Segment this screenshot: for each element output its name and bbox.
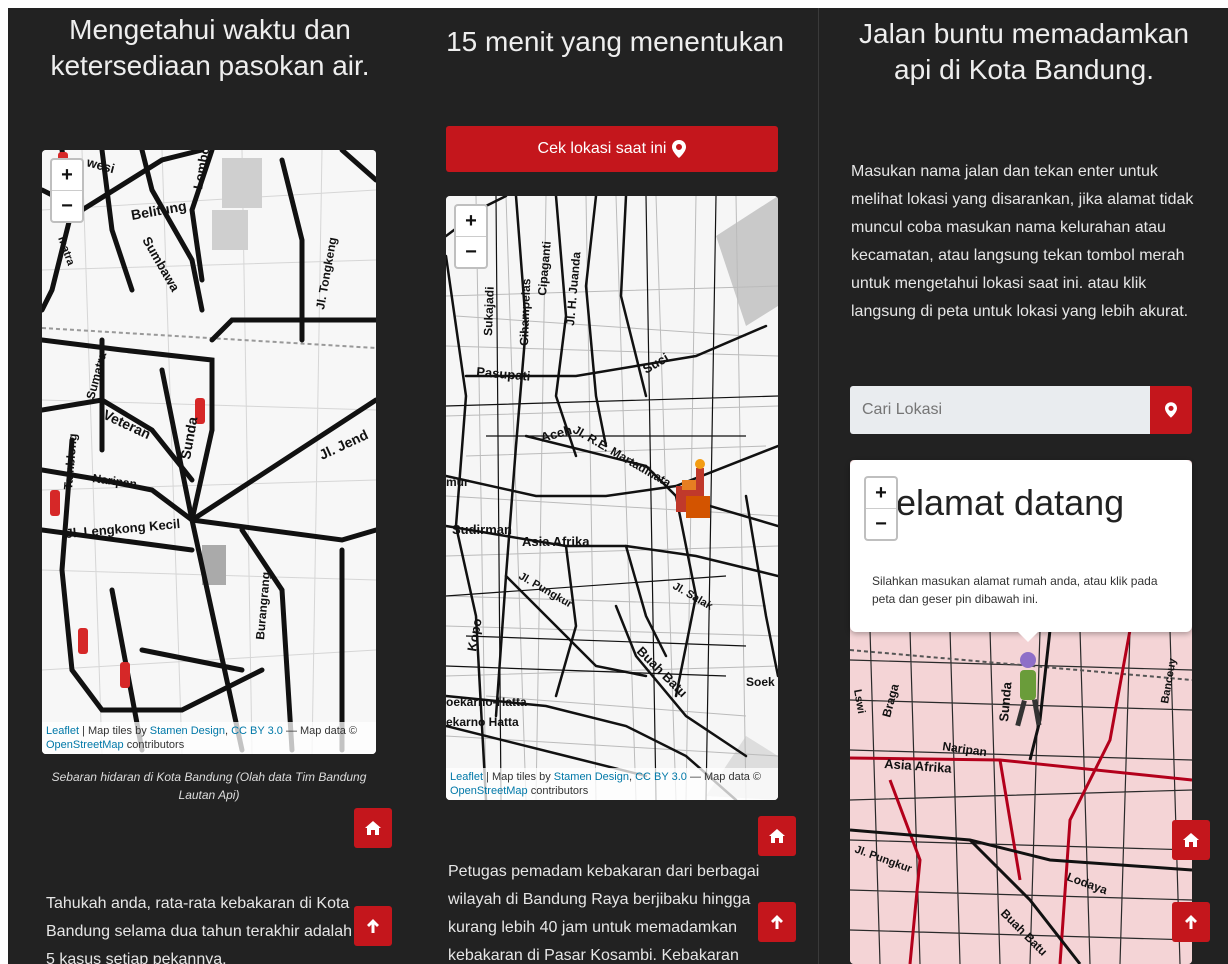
home-icon xyxy=(1183,833,1199,847)
home-button[interactable] xyxy=(758,816,796,856)
map-label: oekarno-Hatta xyxy=(446,695,527,709)
map-label: Sukajadi xyxy=(481,286,497,336)
station-map[interactable]: + − Cipaganti Cihampelas Jl. H. Juanda S… xyxy=(446,196,778,800)
zoom-in-button[interactable]: + xyxy=(456,206,486,236)
scroll-top-button[interactable] xyxy=(758,902,796,942)
check-location-button[interactable]: Cek lokasi saat ini xyxy=(446,126,778,172)
attrib-text: contributors xyxy=(530,785,589,797)
para-line: Bandung selama dua tahun terakhir adalah xyxy=(46,923,352,940)
map-label: Sudirman xyxy=(452,522,512,537)
arrow-up-icon xyxy=(771,915,783,929)
zoom-control: + − xyxy=(454,204,488,269)
welcome-popup: + − elamat datang Silahkan masukan alama… xyxy=(850,460,1192,642)
leaflet-link[interactable]: Leaflet xyxy=(46,725,79,737)
zoom-control: + − xyxy=(864,476,898,541)
map-tiles: Cipaganti Cihampelas Jl. H. Juanda Sukaj… xyxy=(446,196,778,800)
attrib-text: — Map data © xyxy=(285,725,358,737)
section-title: Mengetahui waktu dan ketersediaan pasoka… xyxy=(8,12,412,84)
attrib-text: | Map tiles by xyxy=(82,725,147,737)
map-label: Soek xyxy=(746,675,775,689)
para-line: kebakaran di Pasar Kosambi. Kebakaran xyxy=(448,947,739,964)
title-line-2: ketersediaan pasokan air. xyxy=(50,50,370,81)
map-attribution: Leaflet | Map tiles by Stamen Design, CC… xyxy=(42,722,376,754)
home-button[interactable] xyxy=(354,808,392,848)
map-pin-icon xyxy=(672,140,687,158)
osm-link[interactable]: OpenStreetMap xyxy=(46,739,124,751)
search-location-button[interactable] xyxy=(1150,386,1192,434)
column-hydrants: Mengetahui waktu dan ketersediaan pasoka… xyxy=(8,8,412,964)
zoom-out-button[interactable]: − xyxy=(456,236,486,267)
location-search-input[interactable] xyxy=(850,386,1150,434)
popup-text: Silahkan masukan alamat rumah anda, atau… xyxy=(872,574,1158,606)
zoom-out-button[interactable]: − xyxy=(866,508,896,539)
map-label: Cihampelas xyxy=(517,278,533,346)
button-label: Cek lokasi saat ini xyxy=(537,140,667,157)
leaflet-link[interactable]: Leaflet xyxy=(450,771,483,783)
zoom-in-button[interactable]: + xyxy=(866,478,896,508)
map-label: mur xyxy=(446,475,469,489)
stamen-link[interactable]: Stamen Design xyxy=(554,771,629,783)
popup-tip xyxy=(1018,632,1038,642)
title-line-1: Jalan buntu memadamkan xyxy=(859,18,1189,49)
para-line: Petugas pemadam kebakaran dari berbagai xyxy=(448,863,760,880)
title-line-1: Mengetahui waktu dan xyxy=(69,14,351,45)
attrib-text: | Map tiles by xyxy=(486,771,551,783)
home-icon xyxy=(769,829,785,843)
map-caption: Sebaran hidaran di Kota Bandung (Olah da… xyxy=(51,770,367,802)
popup-title: elamat datang xyxy=(896,482,1125,523)
para-line: wilayah di Bandung Raya berjibaku hingga xyxy=(448,891,751,908)
scroll-top-button[interactable] xyxy=(354,906,392,946)
home-button[interactable] xyxy=(1172,820,1210,860)
scroll-top-button[interactable] xyxy=(1172,902,1210,942)
search-bar xyxy=(850,386,1192,434)
para-line: Tahukah anda, rata-rata kebakaran di Kot… xyxy=(46,895,350,912)
zoom-out-button[interactable]: − xyxy=(52,190,82,221)
map-label: ekarno Hatta xyxy=(446,715,519,729)
cc-link[interactable]: CC BY 3.0 xyxy=(231,725,283,737)
zoom-in-button[interactable]: + xyxy=(52,160,82,190)
cc-link[interactable]: CC BY 3.0 xyxy=(635,771,687,783)
map-pin-icon xyxy=(1165,402,1177,418)
zoom-control: + − xyxy=(50,158,84,223)
map-tiles: Belitung Sumbawa Lombok Jl. Tongkeng Sum… xyxy=(42,150,376,754)
home-icon xyxy=(365,821,381,835)
arrow-up-icon xyxy=(367,919,379,933)
title-line-2: api di Kota Bandung. xyxy=(894,54,1154,85)
attrib-text: — Map data © xyxy=(689,771,762,783)
osm-link[interactable]: OpenStreetMap xyxy=(450,785,528,797)
section-title: Jalan buntu memadamkan api di Kota Bandu… xyxy=(819,16,1228,88)
attrib-text: contributors xyxy=(126,739,185,751)
section-title: 15 menit yang menentukan xyxy=(446,26,784,57)
hydrant-map[interactable]: + − Belitung Sumbawa Lombok Jl. Tongkeng… xyxy=(42,150,376,754)
stamen-link[interactable]: Stamen Design xyxy=(150,725,225,737)
map-attribution: Leaflet | Map tiles by Stamen Design, CC… xyxy=(446,768,778,800)
instructions-paragraph: Masukan nama jalan dan tekan enter untuk… xyxy=(851,163,1194,320)
para-line: kurang lebih 40 jam untuk memadamkan xyxy=(448,919,738,936)
page-frame: Mengetahui waktu dan ketersediaan pasoka… xyxy=(8,8,1228,964)
map-label: Asia Afrika xyxy=(522,534,590,549)
para-line: 5 kasus setiap pekannya. xyxy=(46,951,227,964)
arrow-up-icon xyxy=(1185,915,1197,929)
